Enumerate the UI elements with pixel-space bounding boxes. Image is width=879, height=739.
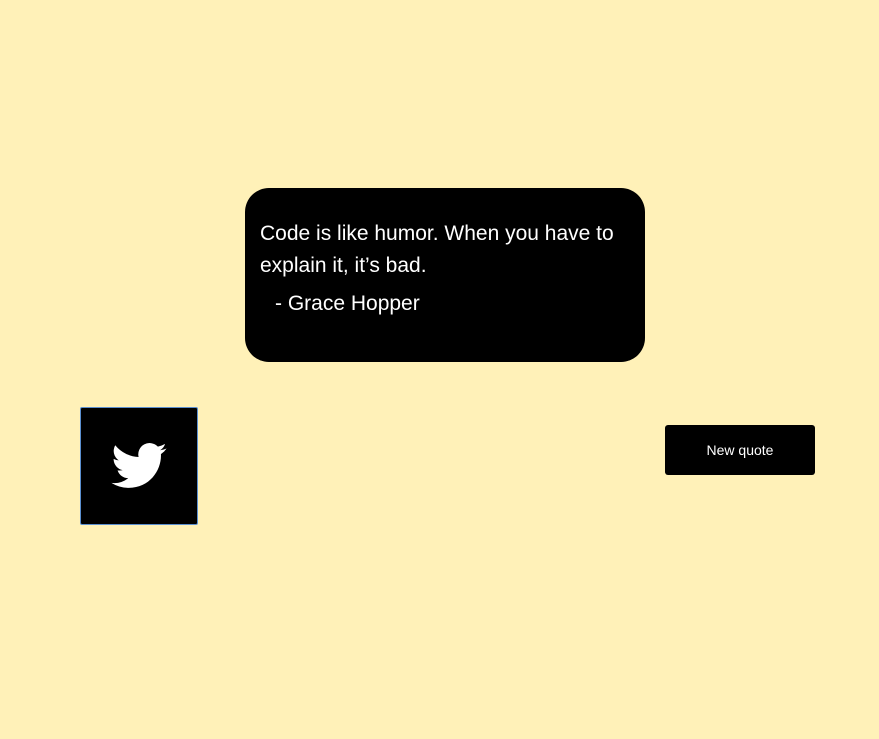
quote-text: Code is like humor. When you have to exp… xyxy=(260,222,614,277)
new-quote-button[interactable]: New quote xyxy=(665,425,815,475)
twitter-bird-icon xyxy=(111,443,167,489)
tweet-quote-button[interactable] xyxy=(80,407,198,525)
quote-author: - Grace Hopper xyxy=(275,292,420,315)
quote-box: Code is like humor. When you have to exp… xyxy=(245,188,645,362)
